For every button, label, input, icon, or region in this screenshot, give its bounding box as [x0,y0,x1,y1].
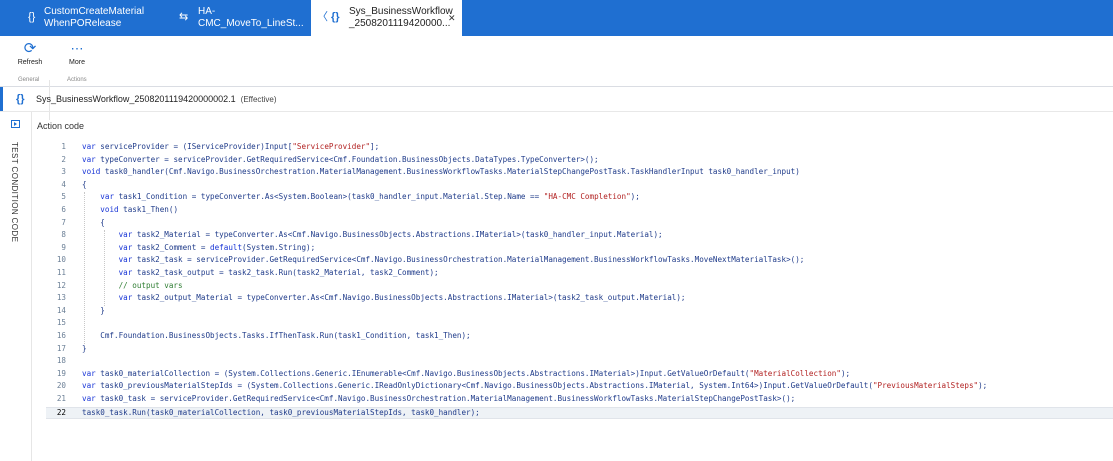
code-line[interactable]: 20 var task0_previousMaterialStepIds = (S… [46,381,1113,393]
workflow-icon: ⇆ [179,11,189,23]
line-number: 17 [56,343,66,353]
code-text: // output vars [82,280,183,290]
more-label: More [69,59,85,66]
line-number: 11 [56,268,66,277]
code-text: var task2_task_output = task2_task.Run(t… [118,268,439,277]
code-line[interactable]: 7 { [46,218,1113,230]
line-number: 19 [56,368,66,378]
code-line[interactable]: 16 Cmf.Foundation.BusinessObjects.Tasks.… [46,331,1113,343]
refresh-icon: ⟳ [23,40,37,57]
more-icon: ⋯ [70,41,84,56]
code-braces-icon: {} [331,11,340,23]
code-line[interactable]: 13 var task2_output_Material = typeConve… [46,293,1113,305]
code-line[interactable]: 21 var task0_task = serviceProvider.GetRe… [46,394,1113,406]
code-line[interactable]: 15 [46,318,1113,330]
tab-bar: {} CustomCreateMaterial WhenPORelease ⇆ … [0,0,1113,36]
code-braces-icon: {} [28,11,36,23]
more-button[interactable]: ⋯ More [59,39,95,66]
tab-label: Sys_BusinessWorkflow _2508201119420000..… [349,6,453,29]
line-number: 16 [56,331,66,340]
line-number: 15 [56,318,66,328]
section-title: Action code [37,121,85,131]
line-number: 22 [56,407,66,417]
code-line[interactable]: 12 // output vars [46,281,1113,293]
line-number: 13 [56,293,66,303]
line-number: 9 [61,242,66,252]
code-text: var typeConverter = serviceProvider.GetR… [82,154,599,164]
tab-label: HA- CMC_MoveTo_LineSt... [198,6,304,29]
code-text: var task2_Comment = default(System.Strin… [118,242,316,252]
close-icon[interactable]: ✕ [448,12,456,24]
back-chevron-icon[interactable]: 〈 [317,11,328,23]
code-line[interactable]: 4{ [46,180,1113,192]
code-line[interactable]: 19 var task0_materialCollection = (System… [46,369,1113,381]
side-panel: TEST CONDITION CODE [0,112,32,461]
line-number: 14 [56,305,66,315]
code-line[interactable]: 2 var typeConverter = serviceProvider.Get… [46,155,1113,167]
line-number: 3 [61,167,66,177]
code-braces-icon: {} [16,93,25,105]
line-number: 21 [56,394,66,403]
code-line[interactable]: 17} [46,344,1113,356]
group-label-actions: Actions [67,77,87,83]
group-label-general: General [18,77,40,83]
tab-label: CustomCreateMaterial WhenPORelease [44,6,145,29]
code-text: var task2_Material = typeConverter.As<Cm… [118,230,663,240]
test-condition-code-tab[interactable]: TEST CONDITION CODE [10,142,19,242]
code-text: var task2_output_Material = typeConverte… [118,293,686,303]
line-number: 18 [56,356,66,366]
line-number: 5 [61,192,66,202]
code-text: } [82,343,87,353]
line-number: 10 [56,255,66,265]
line-number: 7 [61,217,66,227]
line-number: 6 [61,205,66,214]
line-number: 4 [61,179,66,189]
tab-custom-create-material[interactable]: {} CustomCreateMaterial WhenPORelease [0,0,163,36]
code-text: var task0_materialCollection = (System.C… [82,368,851,378]
refresh-label: Refresh [17,59,43,66]
line-number: 1 [61,142,66,151]
line-number: 2 [61,154,66,164]
tab-ha-cmc-move-to-line[interactable]: ⇆ HA- CMC_MoveTo_LineSt... [163,0,309,36]
line-number: 8 [61,230,66,240]
code-text: void task1_Then() [100,205,179,214]
code-text: var serviceProvider = (IServiceProvider)… [82,142,380,151]
indent-guide [104,230,105,306]
code-text: var task0_previousMaterialStepIds = (Sys… [82,381,988,391]
code-line[interactable]: 22 task0_task.Run(task0_materialCollectio… [46,406,1113,419]
code-text: task0_task.Run(task0_materialCollection,… [82,407,480,417]
object-header: {} Sys_BusinessWorkflow_2508201119420000… [0,87,1113,112]
indent-guide [84,192,85,344]
code-text: var task2_task = serviceProvider.GetRequ… [118,255,805,265]
code-line[interactable]: 1 var serviceProvider = (IServiceProvider… [46,142,1113,154]
code-line[interactable]: 9 var task2_Comment = default(System.Str… [46,243,1113,255]
line-number: 12 [56,280,66,290]
code-line[interactable]: 6 void task1_Then() [46,205,1113,217]
code-line[interactable]: 14 } [46,306,1113,318]
code-text: { [82,217,105,227]
refresh-button[interactable]: ⟳ Refresh [12,39,48,66]
code-line[interactable]: 11 var task2_task_output = task2_task.Ru… [46,268,1113,280]
code-text: var task1_Condition = typeConverter.As<S… [100,192,640,202]
code-text: void task0_handler(Cmf.Navigo.BusinessOr… [82,167,800,177]
code-line[interactable]: 10 var task2_task = serviceProvider.GetR… [46,255,1113,267]
toolbar: ⟳ Refresh General ⋯ More Actions [0,36,1113,120]
tab-sys-business-workflow[interactable]: 〈 {} Sys_BusinessWorkflow _2508201119420… [311,0,462,36]
code-text: Cmf.Foundation.BusinessObjects.Tasks.IfT… [82,331,471,340]
code-text: var task0_task = serviceProvider.GetRequ… [82,394,796,403]
code-line[interactable]: 5 var task1_Condition = typeConverter.As… [46,192,1113,204]
line-number: 20 [56,381,66,391]
object-title: Sys_BusinessWorkflow_2508201119420000002… [36,94,277,104]
code-text: { [82,179,87,189]
code-text: } [82,305,105,315]
code-line[interactable]: 8 var task2_Material = typeConverter.As<… [46,230,1113,242]
expand-panel-icon[interactable] [11,120,20,128]
code-line[interactable]: 18 [46,356,1113,368]
code-line[interactable]: 3 void task0_handler(Cmf.Navigo.BusinessO… [46,167,1113,179]
code-editor[interactable]: 1 var serviceProvider = (IServiceProvider… [46,142,1113,442]
